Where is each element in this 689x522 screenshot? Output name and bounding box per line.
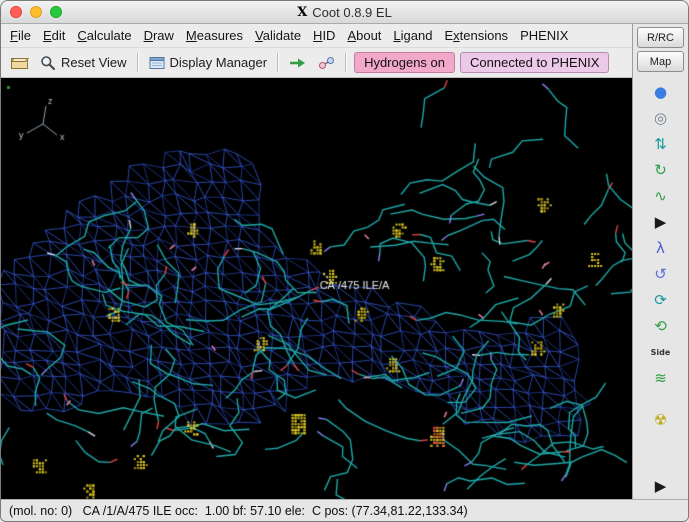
sphere-refine-icon[interactable]: ● (648, 82, 674, 103)
menu-extensions[interactable]: Extensions (438, 25, 514, 46)
display-manager-button[interactable]: Display Manager (146, 53, 271, 72)
window-title-text: Coot 0.8.9 EL (312, 4, 392, 20)
jed-flip-icon[interactable]: ≋ (648, 368, 674, 389)
more-tools-arrow-icon[interactable]: ▶ (648, 476, 674, 497)
flip-peptide-icon[interactable]: ⟲ (648, 316, 674, 337)
toolbar-separator (277, 53, 280, 72)
rrc-button[interactable]: R/RC (637, 27, 684, 48)
status-bar: (mol. no: 0) CA /1/A/475 ILE occ: 1.00 b… (1, 499, 688, 521)
display-manager-label: Display Manager (169, 55, 268, 70)
viewport-canvas[interactable] (1, 78, 632, 499)
edit-chi-angles-icon[interactable]: ↺ (648, 264, 674, 285)
x11-icon: X (297, 4, 308, 20)
menu-validate[interactable]: Validate (249, 25, 307, 46)
torsion-general-icon[interactable]: ⟳ (648, 290, 674, 311)
side-toolbar: ● ◎ ⇅ ↻ ∿ ▶ λ ↺ ⟳ ⟲ Side ≋ ☢ ▶ (635, 75, 686, 497)
rotamers-icon[interactable]: λ (648, 238, 674, 259)
viewport (1, 78, 632, 499)
side-chain-flip-icon[interactable]: Side (648, 342, 674, 363)
expand-tools-icon[interactable]: ▶ (648, 212, 674, 233)
go-to-ligand-icon (319, 56, 335, 69)
title-bar: X Coot 0.8.9 EL (1, 1, 688, 24)
toolbar-separator (345, 53, 348, 72)
menu-draw[interactable]: Draw (138, 25, 180, 46)
phenix-status-button[interactable]: Connected to PHENIX (460, 52, 610, 73)
radiation-rotamer-icon[interactable]: ☢ (648, 410, 674, 431)
menu-calculate[interactable]: Calculate (71, 25, 137, 46)
toolbar-separator (136, 53, 139, 72)
go-to-atom-button[interactable] (286, 55, 310, 71)
magnifier-icon (41, 55, 56, 70)
go-to-ligand-button[interactable] (315, 54, 338, 72)
menu-hid[interactable]: HID (307, 25, 341, 46)
hydrogens-button[interactable]: Hydrogens on (354, 52, 456, 73)
toolbar: Reset View Display Manager Hydrogens on … (1, 48, 632, 78)
go-to-atom-icon (290, 58, 306, 67)
minimize-button[interactable] (30, 6, 42, 18)
globe-icon[interactable]: ◎ (648, 108, 674, 129)
menu-about[interactable]: About (341, 25, 387, 46)
menu-bar: File Edit Calculate Draw Measures Valida… (1, 24, 632, 48)
status-text: (mol. no: 0) CA /1/A/475 ILE occ: 1.00 b… (9, 503, 468, 518)
open-coordinates-button[interactable] (7, 53, 32, 72)
rigid-body-fit-icon[interactable]: ⇅ (648, 134, 674, 155)
app-window: X Coot 0.8.9 EL File Edit Calculate Draw… (0, 0, 689, 522)
right-panel: R/RC Map ● ◎ ⇅ ↻ ∿ ▶ λ ↺ ⟳ ⟲ Side ≋ ☢ ▶ (632, 24, 688, 499)
window-title: X Coot 0.8.9 EL (1, 5, 688, 20)
open-folder-icon (10, 58, 29, 69)
menu-ligand[interactable]: Ligand (387, 25, 438, 46)
auto-fit-rotamer-icon[interactable]: ∿ (648, 186, 674, 207)
close-button[interactable] (10, 6, 22, 18)
menu-edit[interactable]: Edit (37, 25, 71, 46)
menu-phenix[interactable]: PHENIX (514, 25, 574, 46)
reset-view-button[interactable]: Reset View (37, 53, 130, 73)
display-manager-icon (149, 56, 165, 69)
rotate-translate-icon[interactable]: ↻ (648, 160, 674, 181)
reset-view-label: Reset View (61, 55, 127, 70)
left-column: File Edit Calculate Draw Measures Valida… (1, 24, 632, 499)
traffic-lights (1, 6, 62, 18)
zoom-window-button[interactable] (50, 6, 62, 18)
main-area: File Edit Calculate Draw Measures Valida… (1, 24, 688, 499)
menu-measures[interactable]: Measures (180, 25, 249, 46)
map-button[interactable]: Map (637, 51, 684, 72)
menu-file[interactable]: File (4, 25, 37, 46)
